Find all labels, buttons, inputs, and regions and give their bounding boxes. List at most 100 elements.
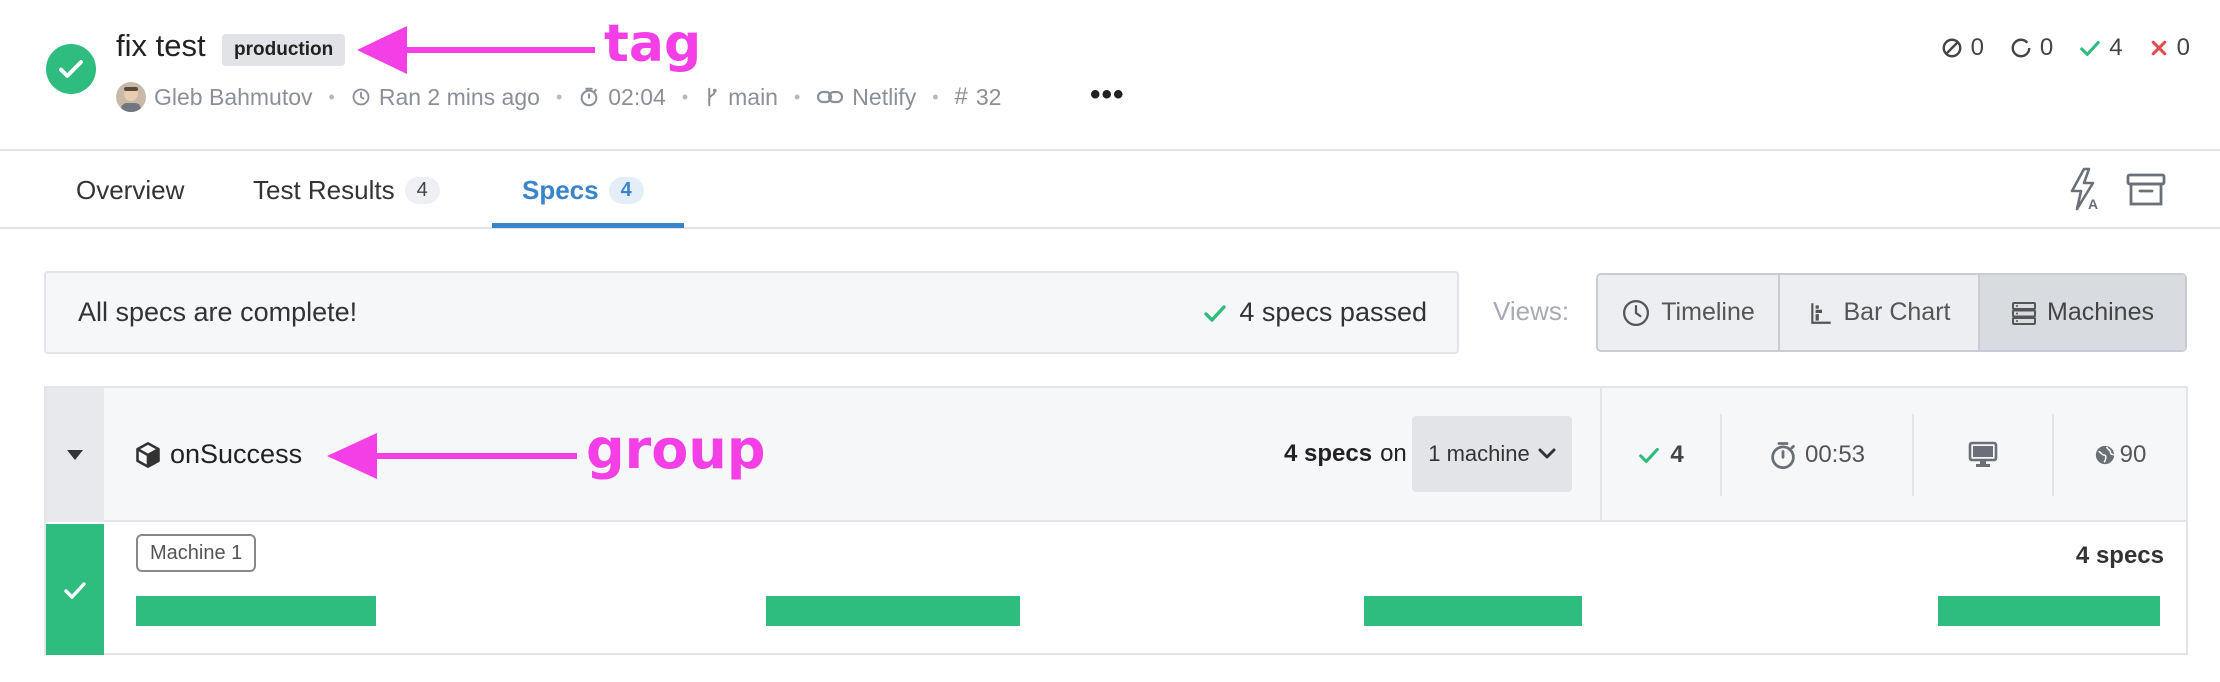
tab-test-results[interactable]: Test Results 4 bbox=[253, 151, 440, 229]
run-author-name: Gleb Bahmutov bbox=[154, 83, 313, 110]
run-header: fix test production Gleb Bahmutov • Ran … bbox=[0, 0, 2220, 151]
run-branch[interactable]: main bbox=[704, 84, 778, 111]
spec-bar[interactable] bbox=[1938, 596, 2160, 626]
specs-complete-message: All specs are complete! bbox=[78, 297, 358, 327]
run-started-text: Ran 2 mins ago bbox=[378, 83, 540, 110]
specs-status-bar: All specs are complete! 4 specs passed bbox=[44, 271, 1459, 354]
meta-separator: • bbox=[555, 86, 563, 107]
view-machines-label: Machines bbox=[2047, 298, 2154, 326]
group-collapse-toggle[interactable] bbox=[46, 388, 104, 522]
group-duration-value: 00:53 bbox=[1804, 441, 1866, 468]
passed-count[interactable]: 4 bbox=[2079, 34, 2123, 62]
view-timeline-label: Timeline bbox=[1661, 298, 1755, 326]
bar-chart-icon bbox=[1810, 302, 1831, 324]
group-passed-stat: 4 bbox=[1602, 414, 1720, 496]
spec-group: onSuccess 4 specs on 1 machine 4 00:53 9… bbox=[44, 386, 2188, 655]
chevron-down-icon bbox=[1538, 448, 1556, 459]
pending-count-value: 0 bbox=[2039, 34, 2054, 61]
machine-count-dropdown[interactable]: 1 machine bbox=[1412, 416, 1572, 492]
clock-icon bbox=[1623, 299, 1650, 326]
tag-annotation-label: tag bbox=[604, 14, 702, 74]
tab-specs-count: 4 bbox=[608, 176, 644, 204]
clock-icon bbox=[352, 88, 370, 106]
check-icon bbox=[1204, 304, 1227, 322]
spec-bar[interactable] bbox=[136, 596, 376, 626]
check-icon bbox=[2080, 40, 2101, 56]
active-tab-indicator bbox=[492, 223, 684, 228]
views-label: Views: bbox=[1493, 296, 1570, 326]
link-icon bbox=[817, 90, 844, 104]
meta-separator: • bbox=[328, 86, 335, 107]
flaky-lightning-icon[interactable]: A bbox=[2068, 167, 2102, 211]
group-passed-value: 4 bbox=[1670, 441, 1684, 468]
specs-passed-text: 4 specs passed bbox=[1239, 297, 1427, 327]
tag-annotation-arrow bbox=[357, 26, 595, 74]
more-actions-button[interactable]: ••• bbox=[1090, 78, 1125, 112]
tab-overview-label: Overview bbox=[76, 174, 185, 205]
group-annotation-arrow bbox=[327, 433, 577, 479]
run-duration: 02:04 bbox=[578, 84, 666, 111]
git-branch-icon bbox=[708, 87, 717, 107]
tab-test-results-count: 4 bbox=[404, 176, 440, 204]
run-ci-provider[interactable]: Netlify bbox=[816, 84, 916, 111]
machine-count-label: 1 machine bbox=[1428, 441, 1530, 466]
group-name-text: onSuccess bbox=[170, 439, 303, 469]
run-tag-badge[interactable]: production bbox=[222, 34, 346, 66]
run-author[interactable]: Gleb Bahmutov bbox=[116, 82, 313, 112]
meta-separator: • bbox=[681, 86, 689, 107]
tab-specs-label: Specs bbox=[522, 174, 599, 205]
caret-down-icon bbox=[67, 450, 83, 460]
run-started: Ran 2 mins ago bbox=[351, 84, 540, 111]
machine-specs-count: 4 specs bbox=[2075, 542, 2164, 569]
machine-row: Machine 1 4 specs bbox=[46, 524, 2186, 655]
view-timeline-button[interactable]: Timeline bbox=[1598, 275, 1780, 350]
tab-test-results-label: Test Results bbox=[253, 174, 395, 205]
group-name: onSuccess bbox=[134, 439, 302, 470]
desktop-icon bbox=[1968, 441, 1998, 467]
stopwatch-icon bbox=[580, 87, 598, 107]
run-passed-icon bbox=[46, 44, 96, 94]
view-bar-chart-button[interactable]: Bar Chart bbox=[1780, 275, 1980, 350]
group-duration-stat: 00:53 bbox=[1720, 414, 1912, 496]
svg-text:A: A bbox=[2088, 196, 2098, 211]
view-machines-button[interactable]: Machines bbox=[1980, 275, 2185, 350]
run-ci-text: Netlify bbox=[852, 83, 917, 110]
machine-status-passed bbox=[46, 524, 104, 655]
spec-bar[interactable] bbox=[1364, 596, 1582, 626]
run-number-text: 32 bbox=[975, 83, 1002, 110]
run-duration-text: 02:04 bbox=[608, 83, 666, 110]
spec-bar[interactable] bbox=[766, 596, 1020, 626]
run-meta: Gleb Bahmutov • Ran 2 mins ago • 02:04 •… bbox=[116, 80, 1001, 114]
group-browser-stat: 90 bbox=[2052, 414, 2186, 496]
group-on-text: on bbox=[1380, 440, 1407, 467]
tab-overview[interactable]: Overview bbox=[76, 151, 184, 229]
skipped-count-value: 0 bbox=[1970, 34, 1984, 61]
cube-icon bbox=[136, 441, 160, 468]
group-os-stat bbox=[1912, 414, 2052, 496]
globe-icon bbox=[2095, 445, 2115, 465]
view-bar-chart-label: Bar Chart bbox=[1843, 298, 1951, 326]
failed-count[interactable]: 0 bbox=[2149, 34, 2190, 62]
run-title: fix test bbox=[116, 28, 206, 63]
skipped-count[interactable]: 0 bbox=[1941, 34, 1984, 62]
group-specs-count: 4 specs bbox=[1284, 440, 1373, 467]
run-tabs: Overview Test Results 4 Specs 4 A bbox=[0, 151, 2220, 229]
hash-icon: # bbox=[954, 83, 968, 110]
group-spec-summary: 4 specs on bbox=[1284, 440, 1407, 468]
group-browser-version: 90 bbox=[2119, 441, 2147, 468]
server-icon bbox=[2012, 301, 2036, 325]
meta-separator: • bbox=[932, 86, 939, 107]
tab-specs[interactable]: Specs 4 bbox=[522, 151, 644, 229]
passed-count-value: 4 bbox=[2109, 34, 2123, 61]
x-icon bbox=[2151, 40, 2166, 56]
run-branch-text: main bbox=[728, 83, 778, 110]
failed-count-value: 0 bbox=[2176, 34, 2190, 61]
run-test-counts: 0 0 4 0 bbox=[1941, 34, 2190, 62]
machine-label: Machine 1 bbox=[136, 534, 257, 572]
run-number: # 32 bbox=[955, 83, 1002, 111]
archive-icon[interactable] bbox=[2126, 173, 2166, 207]
check-icon bbox=[1639, 447, 1660, 463]
pending-icon bbox=[2011, 38, 2031, 58]
pending-count[interactable]: 0 bbox=[2010, 34, 2053, 62]
stopwatch-icon bbox=[1771, 442, 1795, 470]
